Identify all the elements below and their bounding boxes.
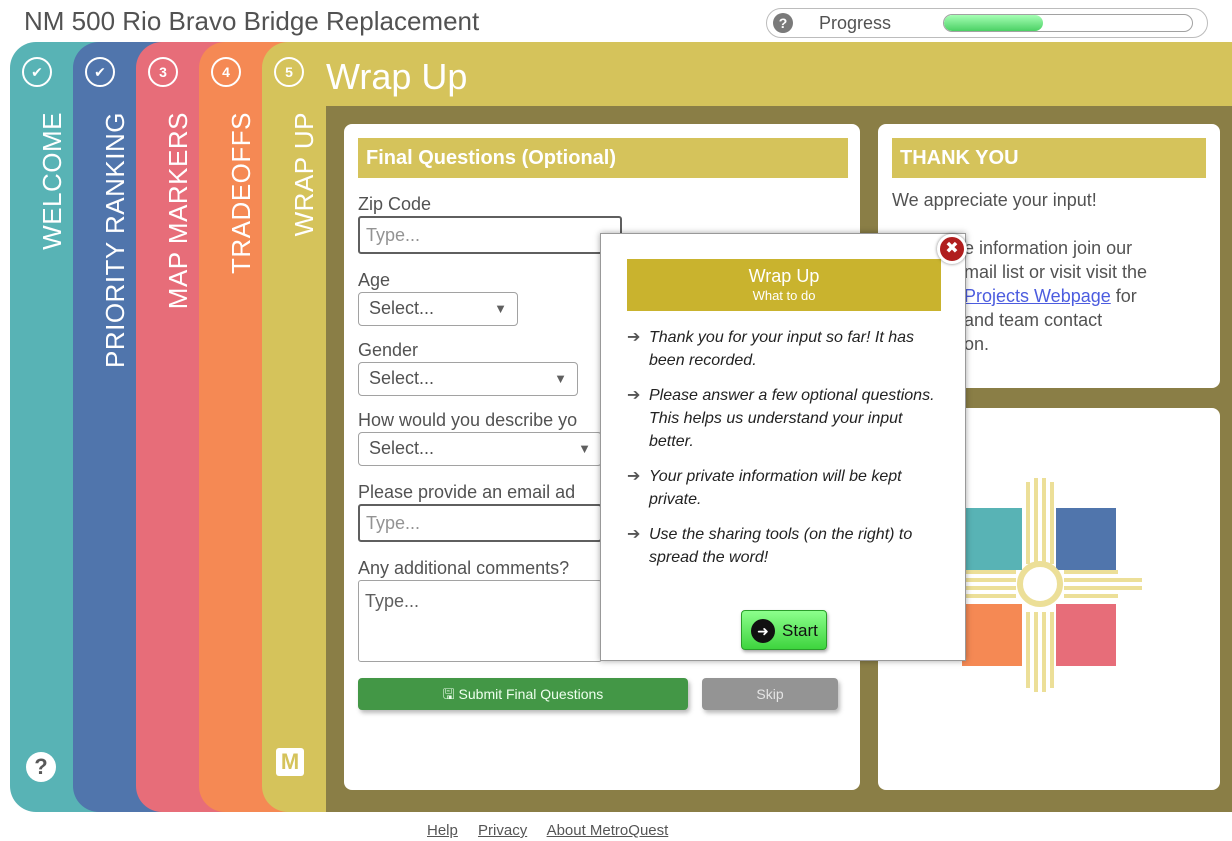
start-button[interactable]: ➜ Start <box>741 610 827 650</box>
instruction-text: Use the sharing tools (on the right) to … <box>649 526 913 566</box>
instruction-item: ➔ Please answer a few optional questions… <box>627 384 943 453</box>
arrow-right-circle-icon: ➜ <box>751 619 775 643</box>
arrow-right-icon: ➔ <box>627 329 641 346</box>
arrow-right-icon: ➔ <box>627 387 641 404</box>
dialog-title: Wrap Up <box>748 266 820 286</box>
footer-link-about[interactable]: About MetroQuest <box>547 822 669 839</box>
arrow-right-icon: ➔ <box>627 468 641 485</box>
close-icon[interactable]: ✖ <box>937 234 967 264</box>
wrap-up-instructions-dialog: Wrap Up What to do ➔ Thank you for your … <box>600 233 967 661</box>
start-label: Start <box>782 621 818 640</box>
footer-link-privacy[interactable]: Privacy <box>478 822 527 839</box>
instruction-item: ➔ Use the sharing tools (on the right) t… <box>627 523 943 569</box>
instruction-text: Please answer a few optional questions. … <box>649 387 935 450</box>
dialog-header: Wrap Up What to do <box>627 259 941 311</box>
instruction-item: ➔ Thank you for your input so far! It ha… <box>627 326 943 372</box>
instruction-text: Thank you for your input so far! It has … <box>649 329 915 369</box>
instruction-item: ➔ Your private information will be kept … <box>627 465 943 511</box>
footer-link-help[interactable]: Help <box>427 822 458 839</box>
instruction-text: Your private information will be kept pr… <box>649 468 902 508</box>
footer-links: Help Privacy About MetroQuest <box>427 822 684 839</box>
dialog-subtitle: What to do <box>752 288 816 303</box>
arrow-right-icon: ➔ <box>627 526 641 543</box>
